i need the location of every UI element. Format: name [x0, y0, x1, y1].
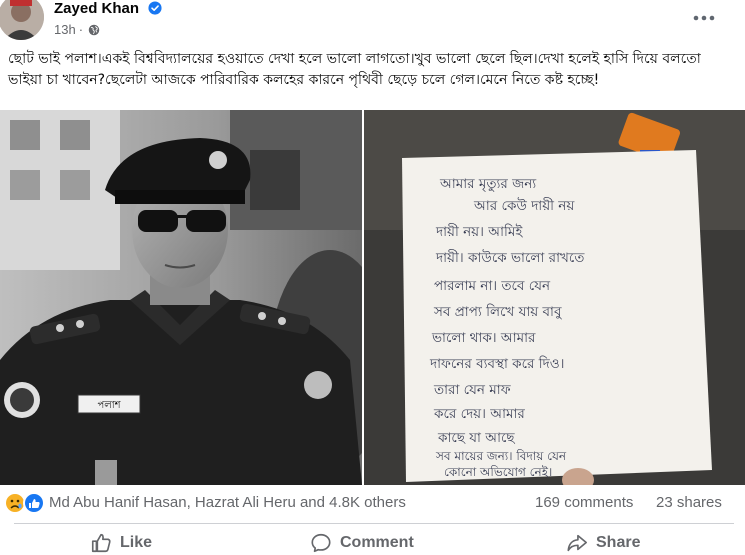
uniform-name-tag: পলাশ: [97, 400, 121, 411]
more-options-icon: [693, 15, 715, 21]
post-caption: ছোট ভাই পলাশ।একই বিশ্ববিদ্যালয়ের হওয়াত…: [8, 51, 701, 88]
post-stats: Md Abu Hanif Hasan, Hazrat Ali Heru and …: [0, 489, 745, 519]
like-label: Like: [120, 534, 153, 551]
note-line: কোনো অভিযোগ নেই।: [444, 465, 552, 479]
note-line: আর কেউ দায়ী নয়: [473, 197, 575, 214]
post-photo-note[interactable]: আমার মৃত্যুর জন্য আর কেউ দায়ী নয় দায়ী…: [364, 110, 745, 485]
post-header: Zayed Khan 13h ·: [0, 0, 745, 44]
note-line: দায়ী নয়। আমিই: [435, 223, 523, 240]
post-actions: Like Comment Share: [0, 525, 745, 555]
comment-count[interactable]: 169 comments: [535, 494, 633, 511]
note-line: কাছে যা আছে: [437, 430, 516, 446]
share-label: Share: [596, 534, 641, 551]
note-line: পারলাম না। তবে যেন: [434, 278, 551, 294]
share-button[interactable]: Share: [566, 532, 640, 554]
note-line: তারা যেন মাফ: [433, 382, 512, 398]
share-arrow-icon: [567, 534, 587, 552]
sad-reaction-icon: [4, 492, 26, 514]
globe-icon[interactable]: [88, 24, 100, 36]
note-line: দাফনের ব্যবস্থা করে দিও।: [429, 355, 564, 372]
verified-badge-icon: [148, 1, 162, 15]
author-name[interactable]: Zayed Khan: [54, 0, 139, 17]
thumbs-up-icon: [91, 533, 111, 553]
note-line: আমার মৃত্যুর জন্য: [439, 176, 537, 192]
facebook-post: Zayed Khan 13h · ছোট ভাই পলাশ।একই বিশ্বব…: [0, 0, 745, 555]
actions-divider: [14, 523, 734, 524]
like-button[interactable]: Like: [90, 532, 152, 554]
post-time[interactable]: 13h: [54, 22, 76, 37]
comment-bubble-icon: [311, 533, 331, 553]
note-line: করে দেয়। আমার: [433, 406, 525, 422]
note-line: দায়ী। কাউকে ভালো রাখতে: [435, 249, 585, 266]
post-meta: 13h ·: [54, 22, 100, 37]
note-line: সব মায়ের জন্য। বিদায় যেন: [435, 449, 567, 463]
author-avatar[interactable]: [0, 0, 44, 40]
post-photo-officer[interactable]: পলাশ: [0, 110, 362, 485]
share-count[interactable]: 23 shares: [656, 494, 722, 511]
reaction-icons[interactable]: [4, 491, 48, 515]
more-options-button[interactable]: [688, 6, 720, 30]
meta-separator: ·: [78, 22, 84, 37]
note-line: সব প্রাপ্য লিখে যায় বাবু: [433, 303, 562, 320]
comment-label: Comment: [340, 534, 414, 551]
reaction-names[interactable]: Md Abu Hanif Hasan, Hazrat Ali Heru and …: [49, 494, 406, 511]
note-line: ভালো থাক। আমার: [431, 330, 536, 346]
comment-button[interactable]: Comment: [310, 532, 414, 554]
